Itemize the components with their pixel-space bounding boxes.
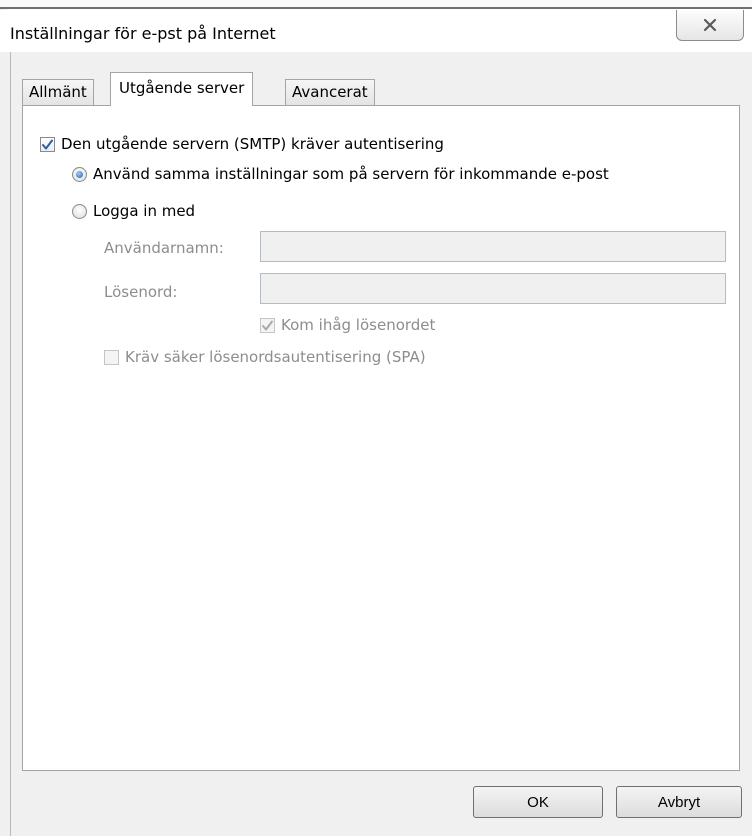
tab-advanced[interactable]: Avancerat (285, 79, 375, 105)
close-icon (703, 18, 717, 32)
smtp-auth-label: Den utgående servern (SMTP) kräver auten… (61, 135, 444, 153)
spa-checkbox[interactable] (104, 349, 119, 365)
smtp-auth-checkbox[interactable] (40, 136, 55, 152)
password-label: Lösenord: (104, 283, 178, 301)
username-input[interactable] (260, 231, 726, 262)
tab-general[interactable]: Allmänt (22, 79, 94, 105)
close-button[interactable] (676, 10, 744, 41)
remember-password-row[interactable]: Kom ihåg lösenordet (260, 316, 435, 334)
window-title: Inställningar för e-pst på Internet (10, 24, 276, 43)
spa-row[interactable]: Kräv säker lösenordsautentisering (SPA) (104, 348, 426, 366)
username-label: Användarnamn: (104, 239, 224, 257)
radio-same-settings[interactable] (72, 166, 87, 182)
radio-login-with[interactable] (72, 203, 87, 219)
ok-button[interactable]: OK (473, 786, 603, 818)
radio-same-settings-row[interactable]: Använd samma inställningar som på server… (72, 165, 609, 183)
radio-dot-icon (76, 170, 83, 178)
spa-label: Kräv säker lösenordsautentisering (SPA) (125, 348, 426, 366)
tab-panel-outgoing-server: Den utgående servern (SMTP) kräver auten… (22, 105, 740, 771)
checkmark-icon (262, 320, 273, 330)
radio-login-with-label: Logga in med (93, 202, 196, 220)
radio-login-with-row[interactable]: Logga in med (72, 202, 195, 220)
background-window-strip (0, 0, 752, 9)
remember-password-label: Kom ihåg lösenordet (281, 316, 436, 334)
tab-outgoing-server[interactable]: Utgående server (110, 72, 254, 106)
smtp-auth-row[interactable]: Den utgående servern (SMTP) kräver auten… (40, 135, 444, 153)
cancel-button[interactable]: Avbryt (616, 786, 742, 818)
remember-password-checkbox[interactable] (260, 317, 275, 333)
password-input[interactable] (260, 273, 726, 304)
title-bar[interactable]: Inställningar för e-pst på Internet (0, 10, 752, 52)
radio-same-settings-label: Använd samma inställningar som på server… (93, 165, 609, 183)
checkmark-icon (42, 139, 53, 149)
